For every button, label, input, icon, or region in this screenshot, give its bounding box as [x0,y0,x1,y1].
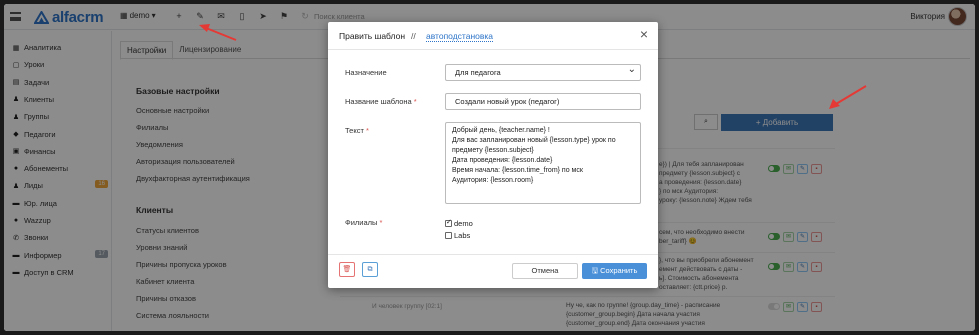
cancel-button[interactable]: Отмена [512,263,578,279]
close-icon[interactable]: × [640,27,648,41]
purpose-select[interactable]: Для педагога [445,62,641,81]
trash-icon[interactable]: 🗑 [339,262,355,277]
label-text: Название шаблона [345,97,412,106]
branches-label: Филиалы * [345,218,382,227]
text-line: Аудитория: {lesson.room} [452,177,534,184]
purpose-label: Назначение [345,68,387,77]
checkbox-label: demo [454,219,473,228]
required-mark: * [413,97,417,106]
modal-header: Править шаблон // автоподстановка × [328,22,658,50]
label-text: Текст [345,126,364,135]
save-button[interactable]: 🖫 Сохранить [582,263,647,279]
app-window: alfacrm ▦ demo ▾ + ✎ ✉ ▯ ➤ ⚑ ↻ Поиск кли… [4,4,975,331]
checkbox-label: Labs [454,231,471,240]
branch-checkbox-labs[interactable]: Labs [445,231,470,240]
template-text-area[interactable]: Добрый день, {teacher.name} ! Для вас за… [445,122,641,204]
required-mark: * [365,126,369,135]
label-text: Филиалы [345,218,378,227]
branch-checkbox-demo[interactable]: demo [445,218,473,228]
text-line: предмету {lesson.subject} [452,147,534,154]
text-label: Текст * [345,126,369,135]
text-line: Для вас запланирован новый {lesson.type}… [452,137,616,144]
modal-title: Править шаблон [339,31,406,41]
title-separator: // [411,31,416,41]
template-name-label: Название шаблона * [345,97,417,106]
required-mark: * [379,218,383,227]
checkbox-unchecked[interactable] [445,232,452,239]
checkbox-checked[interactable] [445,218,452,227]
template-name-input[interactable]: Создали новый урок (педагог) [445,93,641,110]
text-line: Дата проведения: {lesson.date} [452,157,553,164]
copy-icon[interactable]: ⧉ [362,262,378,277]
tab-autosubstitution[interactable]: автоподстановка [426,31,494,42]
edit-template-modal: Править шаблон // автоподстановка × Назн… [328,22,658,288]
text-line: Добрый день, {teacher.name} ! [452,127,550,134]
text-line: Время начала: {lesson.time_from} по мск [452,167,583,174]
